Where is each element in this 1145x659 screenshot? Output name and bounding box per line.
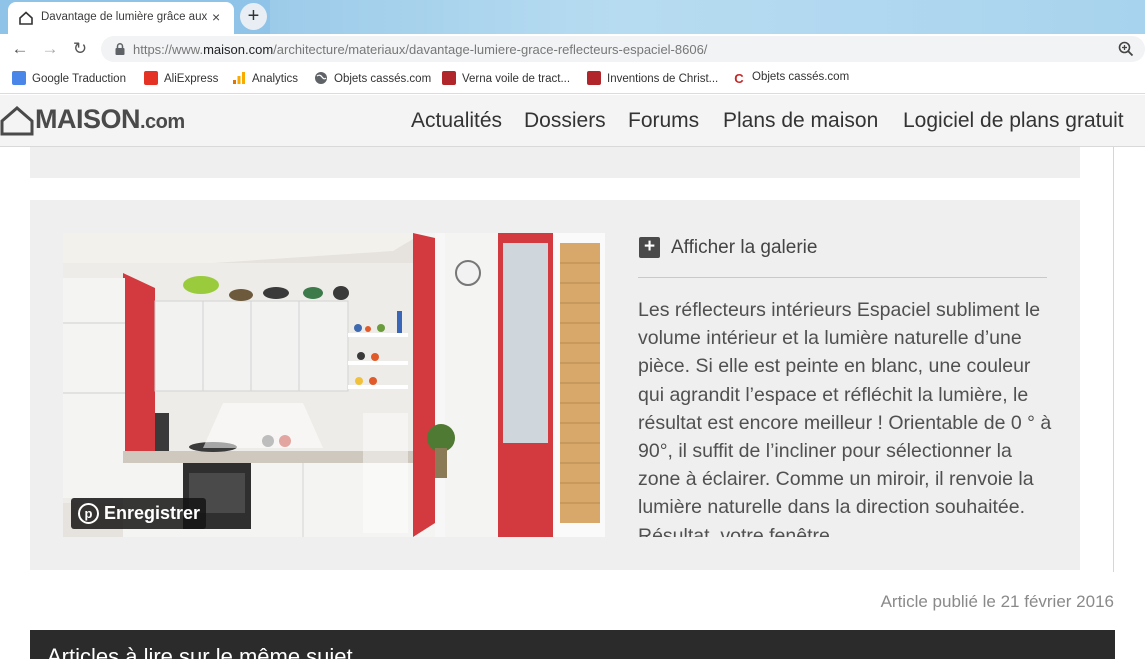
back-button[interactable]: ←	[9, 38, 31, 60]
publication-date: Article publié le 21 février 2016	[880, 592, 1114, 611]
tab-close-icon[interactable]: ×	[212, 8, 220, 26]
lock-icon	[115, 43, 125, 55]
bookmark-label: Google Traduction	[32, 73, 126, 85]
site-icon	[442, 71, 456, 85]
bookmark-objets-casses[interactable]: Objets cassés.com	[314, 71, 431, 87]
bookmark-label: Verna voile de tract...	[462, 73, 571, 85]
plus-square-icon: +	[639, 237, 660, 258]
show-gallery-label: Afficher la galerie	[671, 237, 818, 258]
url-path: /architecture/materiaux/davantage-lumier…	[273, 42, 708, 57]
site-icon	[587, 71, 601, 85]
bookmark-inventions[interactable]: Inventions de Christ...	[587, 71, 718, 87]
address-url: https://www.maison.com/architecture/mate…	[133, 42, 707, 57]
nav-logiciel-de-plans[interactable]: Logiciel de plans gratuit	[903, 109, 1124, 133]
globe-icon	[315, 72, 327, 84]
nav-dossiers[interactable]: Dossiers	[524, 109, 606, 133]
browser-tab-active[interactable]: Davantage de lumière grâce aux ×	[8, 2, 234, 34]
article-description-container: Les réflecteurs intérieurs Espaciel subl…	[638, 296, 1058, 537]
aliexpress-icon	[144, 71, 158, 85]
bookmark-label: Objets cassés.com	[752, 71, 850, 83]
forward-button[interactable]: →	[39, 38, 61, 60]
bookmark-objets-casses-2[interactable]: C Objets cassés.com	[732, 71, 849, 87]
url-prefix: https://www.	[133, 42, 204, 57]
bookmark-label: Objets cassés.com	[334, 73, 432, 85]
nav-actualites[interactable]: Actualités	[411, 109, 502, 133]
bookmark-google-traduction[interactable]: Google Traduction	[12, 71, 126, 87]
logo-main: MAISON	[35, 104, 141, 134]
related-articles-banner: Articles à lire sur le même sujet	[30, 630, 1115, 659]
article-description: Les réflecteurs intérieurs Espaciel subl…	[638, 299, 1052, 537]
previous-block	[30, 147, 1080, 178]
related-articles-title: Articles à lire sur le même sujet	[47, 644, 353, 659]
google-translate-icon	[12, 71, 26, 85]
bookmark-analytics[interactable]: Analytics	[232, 71, 298, 87]
maison-house-logo-icon[interactable]	[0, 105, 36, 137]
analytics-icon	[233, 72, 245, 84]
browser-toolbar: ← → ↻ https://www.maison.com/architectur…	[0, 34, 1145, 64]
pinterest-save-label: Enregistrer	[104, 503, 201, 523]
content-divider	[1113, 147, 1114, 572]
pinterest-save-button[interactable]: p Enregistrer	[71, 498, 206, 529]
gallery-separator	[638, 277, 1047, 278]
site-logo[interactable]: MAISON.com	[35, 104, 185, 135]
zoom-icon[interactable]	[1117, 40, 1135, 58]
site-header: MAISON.com Actualités Dossiers Forums Pl…	[0, 95, 1145, 147]
site-c-icon: C	[732, 72, 746, 86]
url-host: maison.com	[203, 42, 274, 57]
bookmark-label: Analytics	[252, 73, 299, 85]
logo-suffix: .com	[140, 111, 185, 133]
reload-button[interactable]: ↻	[69, 38, 91, 60]
browser-tabstrip: Davantage de lumière grâce aux × +	[0, 0, 1145, 34]
tab-title: Davantage de lumière grâce aux	[41, 11, 208, 23]
nav-plans-de-maison[interactable]: Plans de maison	[723, 109, 878, 133]
bookmark-label: AliExpress	[164, 73, 219, 85]
new-tab-button[interactable]: +	[240, 3, 267, 30]
address-bar[interactable]: https://www.maison.com/architecture/mate…	[101, 36, 1145, 62]
bookmark-aliexpress[interactable]: AliExpress	[144, 71, 218, 87]
tabstrip-background	[270, 0, 1145, 34]
nav-forums[interactable]: Forums	[628, 109, 699, 133]
house-favicon-icon	[19, 11, 33, 25]
bookmarks-bar: Google Traduction AliExpress Analytics O…	[0, 64, 1145, 94]
pinterest-icon: p	[78, 503, 99, 524]
bookmark-label: Inventions de Christ...	[607, 73, 719, 85]
kitchen-photo[interactable]	[63, 233, 605, 537]
bookmark-verna-voile[interactable]: Verna voile de tract...	[442, 71, 570, 87]
